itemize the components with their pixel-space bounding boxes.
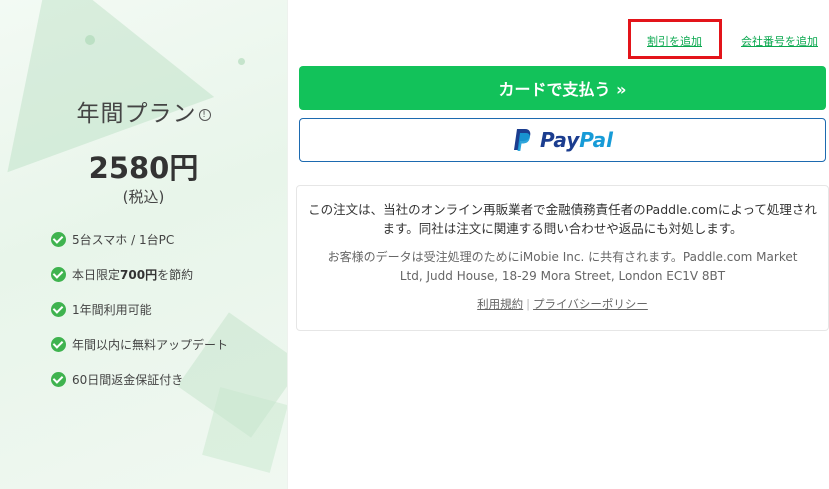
check-icon: [51, 301, 66, 317]
feature-item: 60日間返金保証付き: [51, 370, 228, 388]
info-icon[interactable]: !: [198, 108, 211, 121]
plan-price: 2580円: [88, 151, 199, 185]
paypal-mark-icon: [513, 129, 531, 151]
feature-item: 本日限定700円を節約: [51, 265, 228, 283]
add-discount-link[interactable]: 割引を追加: [647, 33, 702, 49]
feature-text: 1年間利用可能: [72, 302, 152, 317]
feature-text: 60日間返金保証付き: [72, 372, 184, 387]
panel-divider: [287, 0, 288, 489]
reseller-notice: この注文は、当社のオンライン再販業者で金融債務責任者のPaddle.comによっ…: [296, 185, 829, 331]
pay-by-card-button[interactable]: カードで支払う »: [299, 66, 826, 110]
feature-item: 年間以内に無料アップデート: [51, 335, 228, 353]
feature-item: 5台スマホ / 1台PC: [51, 230, 228, 248]
paypal-pal-text: Pal: [579, 128, 614, 152]
check-icon: [51, 266, 66, 282]
paypal-button[interactable]: Pay Pal: [299, 118, 826, 162]
link-separator: |: [526, 297, 531, 311]
decorative-dot: [85, 35, 95, 45]
check-icon: [51, 336, 66, 352]
plan-tax-note: (税込): [122, 188, 165, 206]
notice-main-text: この注文は、当社のオンライン再販業者で金融債務責任者のPaddle.comによっ…: [308, 202, 817, 236]
add-company-number-link[interactable]: 会社番号を追加: [741, 33, 818, 49]
feature-item: 1年間利用可能: [51, 300, 228, 318]
check-icon: [51, 231, 66, 247]
plan-panel: 年間プラン! 2580円 (税込) 5台スマホ / 1台PC 本日限定700円を…: [0, 0, 287, 489]
feature-text: 年間以内に無料アップデート: [72, 337, 229, 352]
paypal-pay-text: Pay: [539, 128, 580, 152]
privacy-policy-link[interactable]: プライバシーポリシー: [533, 297, 648, 311]
feature-text: 5台スマホ / 1台PC: [72, 232, 175, 247]
paypal-logo: Pay Pal: [512, 128, 613, 152]
notice-links: 利用規約 | プライバシーポリシー: [297, 296, 828, 312]
plan-title: 年間プラン!: [0, 94, 287, 128]
check-icon: [51, 371, 66, 387]
decorative-dot: [238, 58, 245, 65]
feature-text: 本日限定700円を節約: [72, 267, 194, 282]
notice-data-sharing-text: お客様のデータは受注処理のためにiMobie Inc. に共有されます。Padd…: [327, 250, 798, 283]
terms-link[interactable]: 利用規約: [477, 297, 523, 311]
feature-list: 5台スマホ / 1台PC 本日限定700円を節約 1年間利用可能 年間以内に無料…: [51, 230, 228, 405]
plan-title-text: 年間プラン: [76, 101, 197, 127]
